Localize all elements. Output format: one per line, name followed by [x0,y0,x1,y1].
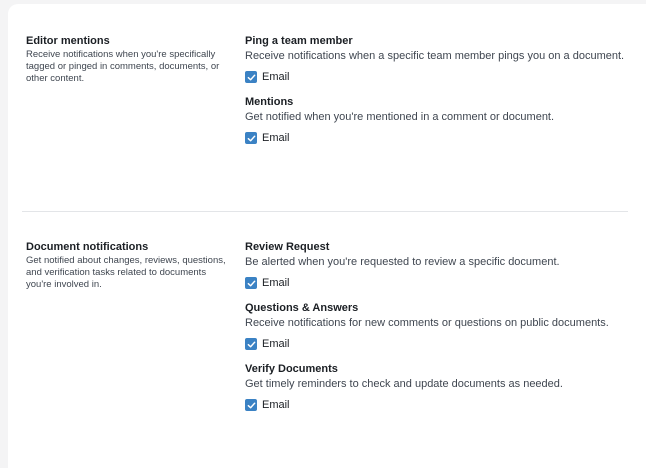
email-checkbox-row[interactable]: Email [245,337,625,351]
option-title: Ping a team member [245,35,353,47]
section-header: Document notifications Get notified abou… [26,240,232,291]
settings-card: Editor mentions Receive notifications wh… [8,4,646,468]
section-options: Review Request Be alerted when you're re… [245,240,625,423]
email-checkbox-row[interactable]: Email [245,398,625,412]
checkbox-checked-icon[interactable] [245,338,257,350]
email-checkbox-row[interactable]: Email [245,276,625,290]
option-title: Review Request [245,241,330,253]
checkbox-checked-icon[interactable] [245,132,257,144]
option-description: Receive notifications for new comments o… [245,317,609,329]
email-checkbox-row[interactable]: Email [245,131,625,145]
section-divider [22,211,628,212]
option-title: Questions & Answers [245,302,359,314]
checkbox-label[interactable]: Email [262,399,290,411]
checkbox-checked-icon[interactable] [245,71,257,83]
checkbox-label[interactable]: Email [262,277,290,289]
section-title: Document notifications [26,241,149,253]
checkbox-label[interactable]: Email [262,71,290,83]
checkbox-checked-icon[interactable] [245,277,257,289]
option-title: Mentions [245,96,294,108]
option-description: Be alerted when you're requested to revi… [245,256,560,268]
option-ping-team-member: Ping a team member Receive notifications… [245,34,625,84]
option-description: Get notified when you're mentioned in a … [245,111,555,123]
option-description: Get timely reminders to check and update… [245,378,563,390]
email-checkbox-row[interactable]: Email [245,70,625,84]
option-title: Verify Documents [245,363,338,375]
option-description: Receive notifications when a specific te… [245,50,625,62]
checkbox-label[interactable]: Email [262,132,290,144]
option-review-request: Review Request Be alerted when you're re… [245,240,625,290]
section-options: Ping a team member Receive notifications… [245,34,625,156]
option-verify-documents: Verify Documents Get timely reminders to… [245,362,625,412]
checkbox-checked-icon[interactable] [245,399,257,411]
section-title: Editor mentions [26,35,110,47]
checkbox-label[interactable]: Email [262,338,290,350]
section-description: Get notified about changes, reviews, que… [26,255,226,290]
section-description: Receive notifications when you're specif… [26,49,220,84]
option-questions-answers: Questions & Answers Receive notification… [245,301,625,351]
section-header: Editor mentions Receive notifications wh… [26,34,232,85]
option-mentions: Mentions Get notified when you're mentio… [245,95,625,145]
